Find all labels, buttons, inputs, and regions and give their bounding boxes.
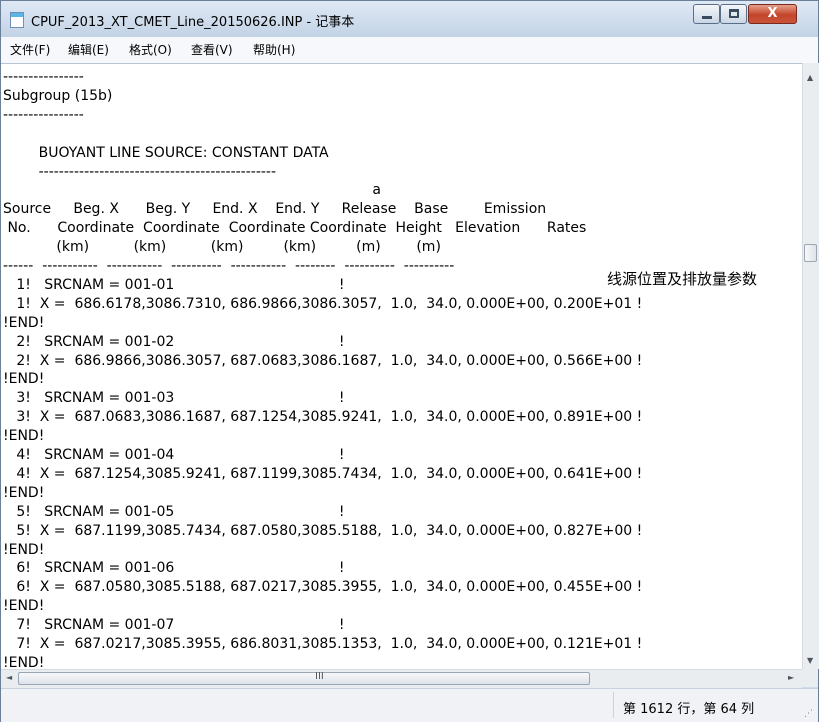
notepad-icon	[10, 12, 24, 28]
annotation-label: 线源位置及排放量参数	[607, 270, 758, 288]
text-line: 2! SRCNAM = 001-02 !	[3, 333, 345, 350]
menu-bar: 文件(F) 编辑(E) 格式(O) 查看(V) 帮助(H)	[1, 37, 818, 64]
resize-grip-icon[interactable]: ⋰	[804, 709, 813, 719]
text-line: 3! SRCNAM = 001-03 !	[3, 390, 345, 407]
text-line: 5! SRCNAM = 001-05 !	[3, 503, 345, 520]
vertical-scrollbar[interactable]: ▲ ▼	[802, 63, 819, 669]
text-line: Source Beg. X Beg. Y End. X End. Y Relea…	[3, 201, 547, 218]
text-line: !END!	[3, 371, 45, 388]
text-line: 4! X = 687.1254,3085.9241, 687.1199,3085…	[3, 465, 643, 482]
close-button[interactable]: X	[748, 4, 797, 24]
text-line: 3! X = 687.0683,3086.1687, 687.1254,3085…	[3, 409, 643, 426]
text-line: 6! X = 687.0580,3085.5188, 687.0217,3085…	[3, 579, 643, 596]
scroll-grip-icon: III	[315, 671, 324, 682]
text-line: 7! X = 687.0217,3085.3955, 686.8031,3085…	[3, 636, 643, 652]
text-line: ----------------	[3, 106, 84, 123]
scrollbar-corner	[802, 669, 818, 687]
text-line: Subgroup (15b)	[3, 87, 113, 104]
text-line: a	[3, 182, 381, 199]
vertical-scroll-thumb[interactable]	[804, 244, 817, 262]
title-bar[interactable]: CPUF_2013_XT_CMET_Line_20150626.INP - 记事…	[1, 1, 818, 37]
notepad-window: CPUF_2013_XT_CMET_Line_20150626.INP - 记事…	[0, 0, 819, 722]
menu-file[interactable]: 文件(F)	[10, 41, 50, 58]
menu-format[interactable]: 格式(O)	[129, 41, 172, 58]
maximize-icon	[729, 9, 739, 18]
status-bar: 第 1612 行，第 64 列 ⋰	[1, 688, 818, 722]
text-line: !END!	[3, 541, 45, 558]
text-line: No. Coordinate Coordinate Coordinate Coo…	[3, 220, 587, 237]
text-line: ----------------------------------------…	[3, 163, 277, 180]
menu-view[interactable]: 查看(V)	[191, 41, 233, 58]
window-title: CPUF_2013_XT_CMET_Line_20150626.INP - 记事…	[31, 15, 355, 30]
status-divider	[613, 692, 614, 718]
text-line: 1! X = 686.6178,3086.7310, 686.9866,3086…	[3, 295, 643, 312]
horizontal-scrollbar[interactable]: ◄ III ►	[1, 669, 802, 688]
cursor-position: 第 1612 行，第 64 列	[623, 702, 755, 717]
text-line: 6! SRCNAM = 001-06 !	[3, 560, 345, 577]
text-line: BUOYANT LINE SOURCE: CONSTANT DATA	[3, 144, 329, 161]
minimize-icon	[702, 16, 712, 19]
scroll-left-icon[interactable]: ◄	[6, 673, 12, 682]
text-line: !END!	[3, 428, 45, 445]
minimize-button[interactable]	[693, 4, 720, 24]
text-editor[interactable]: 线源位置及排放量参数 ---------------- Subgroup (15b…	[1, 63, 802, 690]
text-line: !END!	[3, 484, 45, 501]
text-line: 5! X = 687.1199,3085.7434, 687.0580,3085…	[3, 522, 643, 539]
scroll-right-icon[interactable]: ►	[788, 673, 794, 682]
horizontal-scroll-thumb[interactable]: III	[18, 671, 590, 685]
text-line: !END!	[3, 314, 45, 331]
text-line: 2! X = 686.9866,3086.3057, 687.0683,3086…	[3, 352, 643, 369]
close-icon: X	[767, 6, 778, 21]
text-line: 1! SRCNAM = 001-01 !	[3, 276, 345, 293]
text-line: ----------------	[3, 69, 84, 85]
text-line: 7! SRCNAM = 001-07 !	[3, 617, 345, 634]
text-line: 4! SRCNAM = 001-04 !	[3, 447, 345, 463]
text-line: ------ ----------- ----------- ---------…	[3, 258, 455, 274]
menu-edit[interactable]: 编辑(E)	[68, 41, 109, 58]
scroll-up-icon[interactable]: ▲	[807, 73, 813, 82]
maximize-button[interactable]	[720, 4, 747, 24]
text-line: (km) (km) (km) (km) (m) (m)	[3, 239, 441, 256]
menu-help[interactable]: 帮助(H)	[253, 41, 295, 58]
text-line: !END!	[3, 598, 45, 615]
scroll-down-icon[interactable]: ▼	[807, 656, 813, 665]
